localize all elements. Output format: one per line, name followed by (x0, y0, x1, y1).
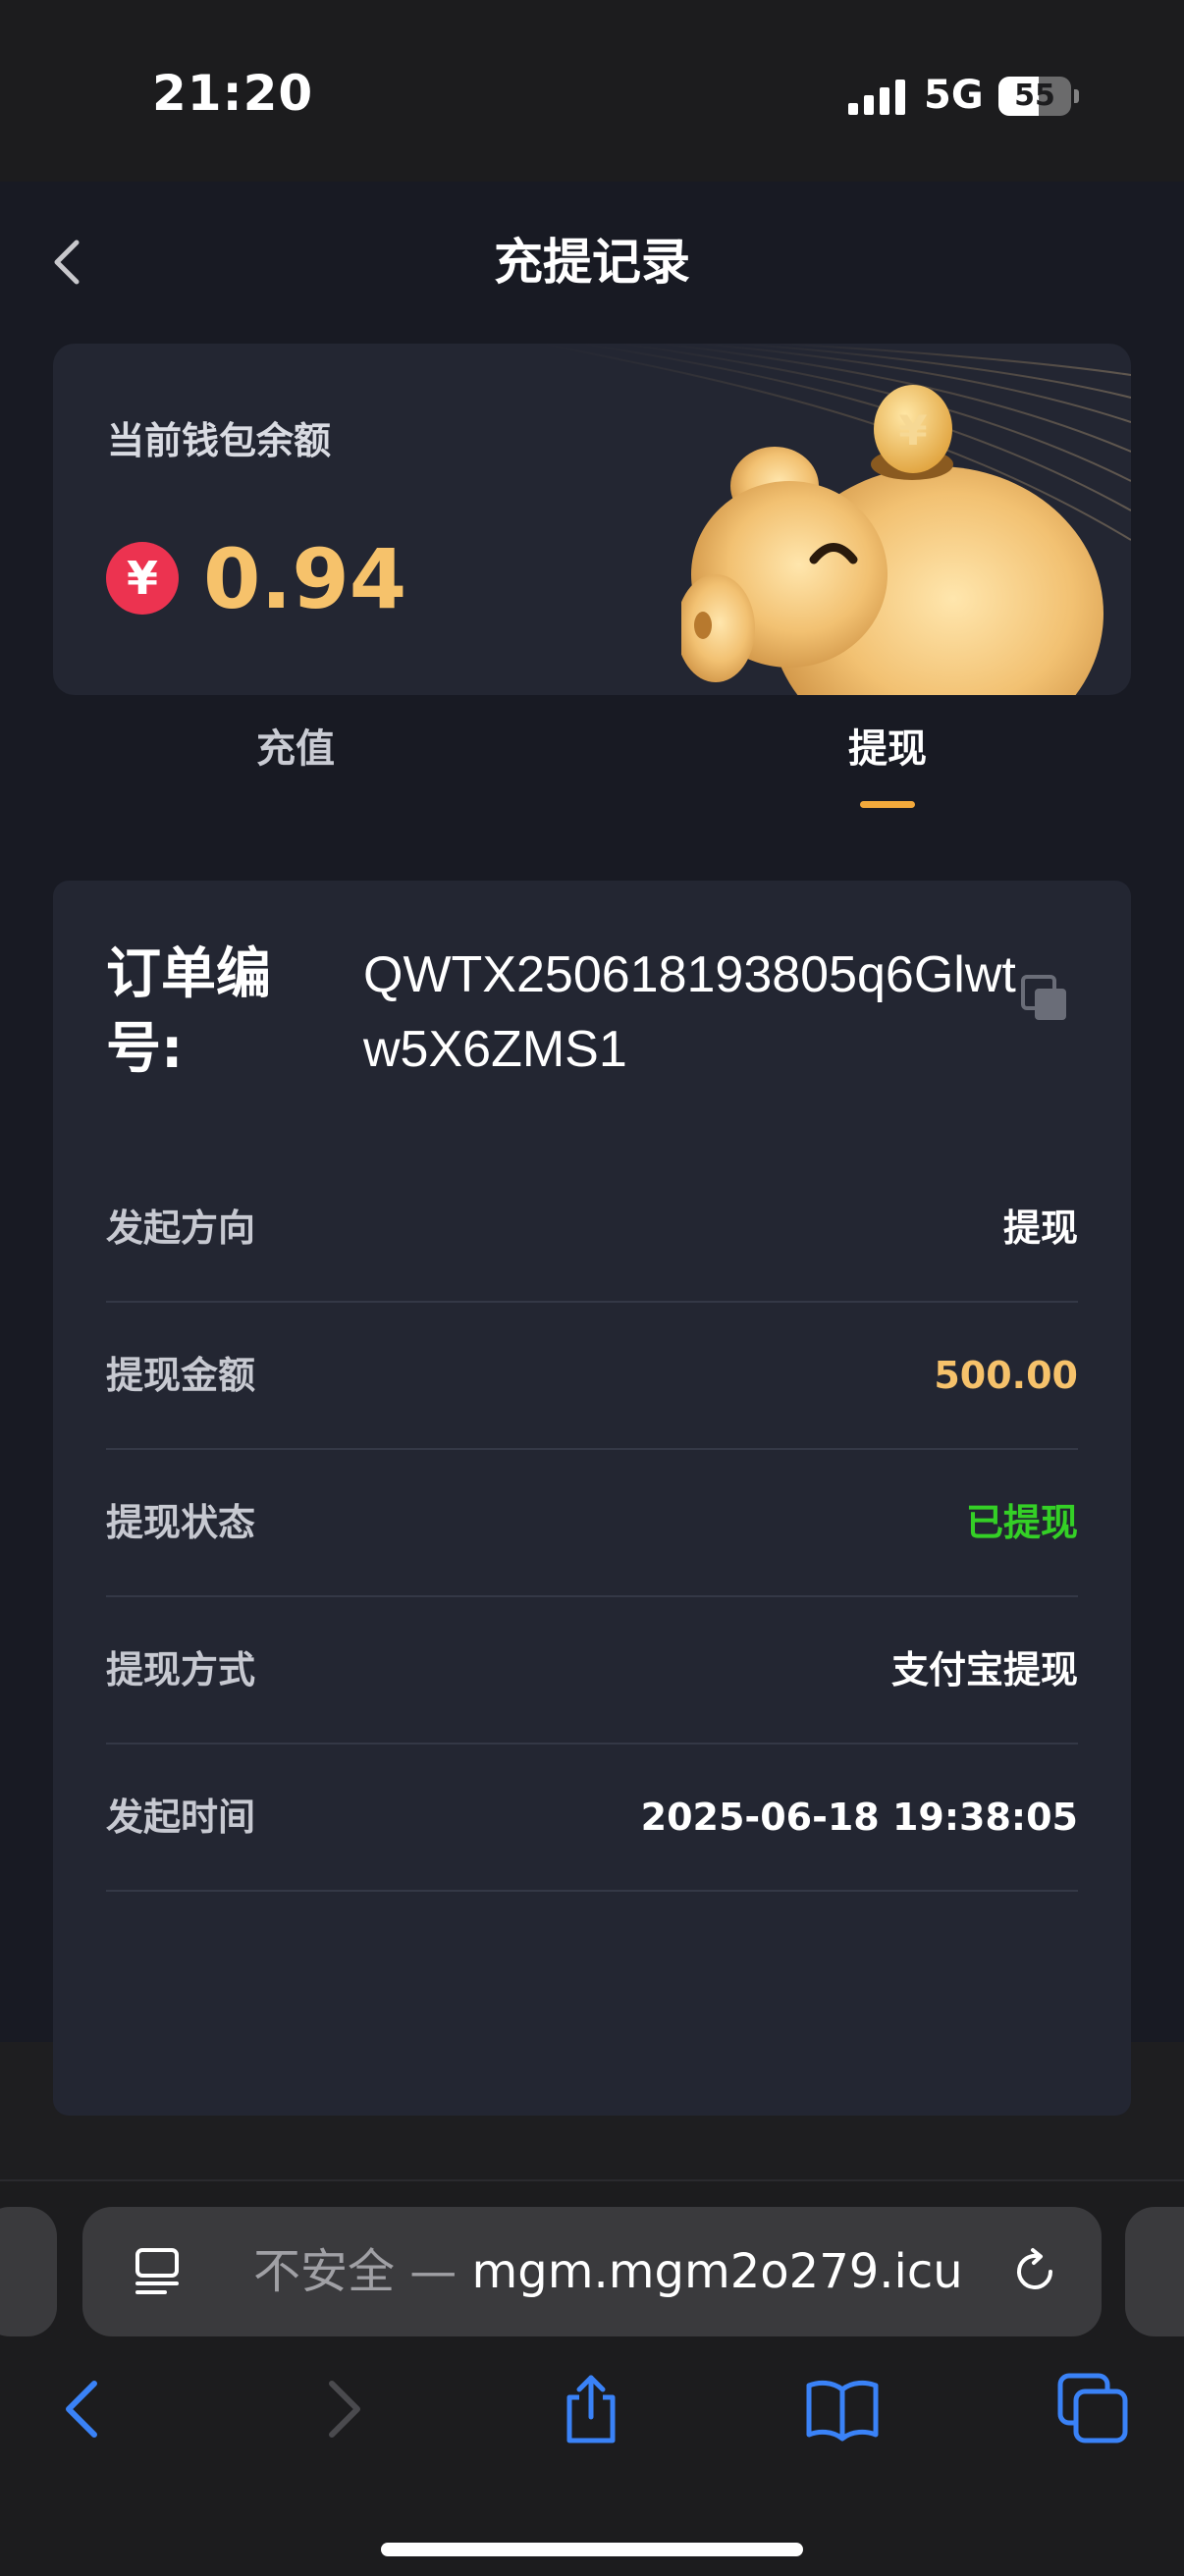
amount-label: 提现金额 (106, 1354, 256, 1397)
page-title: 充提记录 (494, 234, 690, 291)
order-number-label: 订单编号: (106, 942, 271, 1081)
tabs-icon[interactable] (1054, 2370, 1133, 2448)
browser-forward-icon[interactable] (302, 2370, 381, 2448)
copy-icon[interactable] (1019, 973, 1072, 1026)
tab-bar: 充值 提现 (0, 710, 1184, 828)
browser-back-icon[interactable] (45, 2370, 124, 2448)
withdraw-record-card: 订单编号: QWTX250618193805q6Glwtw5X6ZMS1 发起方… (53, 881, 1131, 2116)
detail-row: 提现金额 500.00 (106, 1303, 1078, 1450)
detail-row: 提现状态 已提现 (106, 1450, 1078, 1597)
method-value: 支付宝提现 (890, 1648, 1078, 1691)
share-icon[interactable] (552, 2370, 630, 2448)
wallet-balance-card: 当前钱包余额 ¥ 0.94 ¥ (53, 344, 1131, 695)
bookmarks-icon[interactable] (803, 2370, 882, 2448)
tab-recharge[interactable]: 充值 (148, 710, 443, 788)
time-label: 发起时间 (106, 1796, 256, 1839)
page: 充提记录 当前钱包余额 ¥ 0.94 ¥ 充值 提现 订单编号: QWTX250… (0, 182, 1184, 2116)
previous-tab-preview[interactable] (0, 2207, 57, 2336)
page-menu-icon[interactable] (132, 2244, 187, 2299)
record-details: 发起方向 提现 提现金额 500.00 提现状态 已提现 提现方式 支付宝提现 … (106, 1155, 1078, 1892)
next-tab-preview[interactable] (1125, 2207, 1184, 2336)
direction-label: 发起方向 (106, 1207, 256, 1250)
wallet-balance-label: 当前钱包余额 (107, 419, 332, 462)
cellular-signal-icon (848, 78, 907, 115)
insecure-label: 不安全 — (253, 2244, 472, 2299)
method-label: 提现方式 (106, 1648, 256, 1691)
piggy-bank-icon: ¥ (681, 385, 1103, 695)
battery-tip (1074, 89, 1079, 103)
url-domain: mgm.mgm2o279.icu (471, 2244, 963, 2299)
browser-toolbar: 不安全 — mgm.mgm2o279.icu (0, 2179, 1184, 2576)
reload-icon[interactable] (1009, 2246, 1060, 2297)
status-label: 提现状态 (106, 1501, 256, 1544)
wallet-balance-amount: 0.94 (203, 531, 407, 627)
tab-withdraw[interactable]: 提现 (740, 710, 1035, 788)
battery-percent: 55 (1014, 79, 1055, 113)
url-text[interactable]: 不安全 — mgm.mgm2o279.icu (253, 2207, 963, 2336)
active-tab-indicator (860, 801, 915, 808)
amount-value: 500.00 (934, 1354, 1078, 1397)
status-badge: 已提现 (965, 1501, 1078, 1544)
status-bar: 21:20 5G 55 (0, 0, 1184, 182)
detail-row: 发起方向 提现 (106, 1155, 1078, 1303)
order-number-value: QWTX250618193805q6Glwtw5X6ZMS1 (363, 946, 1016, 1078)
time-value: 2025-06-18 19:38:05 (640, 1796, 1078, 1839)
battery-icon: 55 (998, 77, 1071, 116)
home-indicator (381, 2543, 803, 2556)
network-type: 5G (924, 73, 984, 118)
svg-text:¥: ¥ (898, 406, 927, 455)
detail-row: 发起时间 2025-06-18 19:38:05 (106, 1744, 1078, 1892)
yen-icon: ¥ (106, 542, 179, 615)
direction-value: 提现 (1002, 1207, 1078, 1250)
address-bar[interactable]: 不安全 — mgm.mgm2o279.icu (82, 2207, 1102, 2336)
status-time: 21:20 (152, 65, 314, 122)
detail-row: 提现方式 支付宝提现 (106, 1597, 1078, 1744)
